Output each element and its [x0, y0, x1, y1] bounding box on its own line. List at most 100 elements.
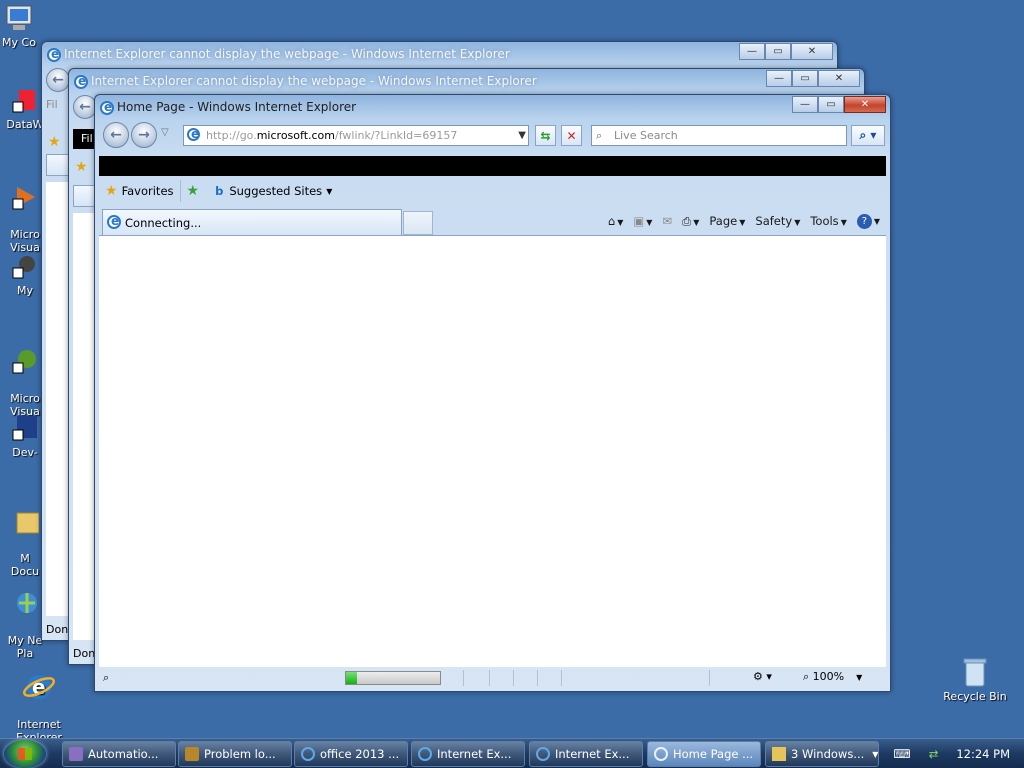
ie-icon — [100, 100, 114, 115]
read-mail-button[interactable]: ✉ — [662, 214, 672, 228]
internet-explorer-desktop-icon[interactable]: e Internet Explorer — [4, 658, 74, 744]
network-icon[interactable]: ⇄ — [929, 747, 939, 761]
problem-icon — [185, 747, 199, 761]
refresh-button[interactable]: ⇆ — [535, 125, 556, 146]
my-documents-label: M Docu — [10, 552, 40, 578]
stop-icon: ✕ — [566, 128, 577, 143]
taskbar-office[interactable]: office 2013 ... — [294, 741, 408, 767]
taskbar-automation[interactable]: Automatio... — [62, 741, 176, 767]
taskbar-problem[interactable]: Problem lo... — [178, 741, 292, 767]
automation-icon — [69, 747, 83, 761]
search-button[interactable]: ⌕ ▾ — [851, 125, 885, 146]
tab-home-page[interactable]: Connecting... — [102, 209, 402, 235]
folder-icon — [772, 747, 786, 761]
chevron-down-icon: ▼ — [326, 186, 333, 196]
suggested-sites-label: Suggested Sites — [229, 184, 323, 198]
taskbar-label: office 2013 ... — [320, 747, 400, 761]
safety-menu-button[interactable]: Safety ▼ — [755, 214, 800, 228]
minimize-button[interactable]: — — [766, 70, 792, 87]
minimize-button[interactable]: — — [792, 96, 818, 113]
recycle-bin-icon[interactable]: Recycle Bin — [940, 656, 1010, 703]
search-icon: ⌕ ▾ — [859, 128, 877, 142]
zoom-button[interactable]: ⌕ 100% ▼ — [803, 670, 862, 684]
forward-button[interactable]: → — [131, 122, 157, 148]
refresh-icon: ⇆ — [540, 128, 551, 143]
search-input[interactable]: ⌕ Live Search — [591, 125, 847, 146]
maximize-button[interactable]: ▭ — [792, 70, 818, 87]
maximize-button[interactable]: ▭ — [765, 43, 791, 60]
taskbar-label: Home Page ... — [673, 747, 754, 761]
address-prefix: http://go. — [206, 129, 257, 142]
address-dropdown-icon[interactable]: ▼ — [518, 126, 526, 145]
my-computer-icon[interactable]: My Co — [0, 4, 45, 49]
mail-icon: ✉ — [662, 214, 673, 228]
address-suffix: /fwlink/?LinkId=69157 — [335, 129, 458, 142]
new-tab-button[interactable] — [403, 211, 433, 235]
status-divider — [513, 670, 514, 686]
status-divider — [561, 670, 562, 686]
home-button[interactable]: ⌂ ▼ — [608, 214, 623, 228]
my-documents-icon[interactable]: M Docu — [0, 494, 45, 578]
back-button[interactable]: ← — [46, 68, 70, 92]
window-title: Internet Explorer cannot display the web… — [64, 47, 510, 61]
my-icon[interactable]: My — [0, 252, 45, 297]
history-dropdown-icon[interactable]: ▽ — [161, 127, 169, 138]
rss-icon: ▣ — [633, 214, 645, 228]
search-placeholder: Live Search — [614, 129, 678, 142]
dataw-icon[interactable]: DataW — [0, 86, 45, 131]
page-content[interactable] — [99, 235, 886, 667]
protected-mode-icon[interactable]: ⚙ ▾ — [753, 670, 772, 683]
tools-menu-button[interactable]: Tools ▼ — [810, 214, 847, 228]
ie-window-main[interactable]: Home Page - Windows Internet Explorer — … — [94, 94, 891, 692]
dev-icon[interactable]: Dev- — [0, 414, 45, 459]
micro-visua-1-icon[interactable]: Micro Visua — [0, 170, 45, 254]
status-divider — [709, 670, 710, 686]
favorites-button[interactable]: ★ Favorites — [99, 180, 181, 202]
caption-buttons: — ▭ ✕ — [792, 96, 886, 113]
ie-icon — [536, 747, 550, 761]
tab-label: Connecting... — [125, 215, 202, 230]
suggested-sites-button[interactable]: b Suggested Sites ▼ — [209, 180, 338, 202]
back-arrow-icon: ← — [110, 127, 122, 143]
tools-menu-label: Tools — [810, 214, 839, 228]
taskbar-windows-group[interactable]: 3 Windows... ▼ — [765, 741, 879, 767]
feeds-button[interactable]: ▣ ▼ — [633, 214, 652, 228]
micro-visua-2-icon[interactable]: Micro Visua — [0, 334, 45, 418]
my-network-places-icon[interactable]: My Ne Pla — [0, 576, 45, 660]
my-computer-label: My Co — [2, 36, 36, 49]
help-icon: ? — [856, 214, 872, 229]
ie-icon — [654, 747, 668, 761]
taskbar-ie-1[interactable]: Internet Ex... — [411, 741, 525, 767]
zoom-dropdown-icon: ▼ — [856, 673, 863, 682]
close-button[interactable]: ✕ — [791, 43, 833, 60]
taskbar-ie-2[interactable]: Internet Ex... — [529, 741, 643, 767]
page-load-progress — [345, 671, 441, 685]
keyboard-icon[interactable]: ⌨ — [893, 747, 910, 761]
address-bar[interactable]: http://go.microsoft.com/fwlink/?LinkId=6… — [183, 125, 529, 146]
status-bar: ⌕ ⚙ ▾ ⌕ 100% ▼ — [99, 667, 886, 689]
notification-area: ⌨ ⇄ 12:24 PM — [884, 739, 1024, 768]
page-menu-button[interactable]: Page ▼ — [709, 214, 745, 228]
help-button[interactable]: ? ▼ — [856, 213, 880, 229]
favorites-star-icon: ★ — [105, 183, 118, 199]
stop-button[interactable]: ✕ — [561, 125, 582, 146]
add-to-favorites-icon: ★ — [186, 183, 200, 199]
search-magnifier-icon: ⌕ — [596, 129, 603, 142]
page-menu-label: Page — [709, 214, 738, 228]
recycle-bin-label: Recycle Bin — [943, 690, 1007, 703]
ie-icon — [301, 747, 315, 761]
start-button[interactable] — [4, 740, 46, 768]
add-favorites-button[interactable]: ★ — [181, 180, 210, 202]
close-button[interactable]: ✕ — [818, 70, 860, 87]
back-button[interactable]: ← — [103, 122, 129, 148]
taskbar: Automatio... Problem lo... office 2013 .… — [0, 738, 1024, 768]
minimize-button[interactable]: — — [739, 43, 765, 60]
taskbar-home-page[interactable]: Home Page ... — [647, 741, 761, 767]
clock[interactable]: 12:24 PM — [956, 747, 1010, 761]
status-divider — [463, 670, 464, 686]
favorites-star-icon: ★ — [75, 159, 88, 175]
print-button[interactable]: ⎙ ▼ — [682, 214, 699, 229]
close-button[interactable]: ✕ — [844, 96, 886, 113]
tab-row: Connecting... ⌂▼ ▣▼ ✉ ⎙▼ Page▼ Safety▼ T… — [99, 207, 886, 235]
maximize-button[interactable]: ▭ — [818, 96, 844, 113]
